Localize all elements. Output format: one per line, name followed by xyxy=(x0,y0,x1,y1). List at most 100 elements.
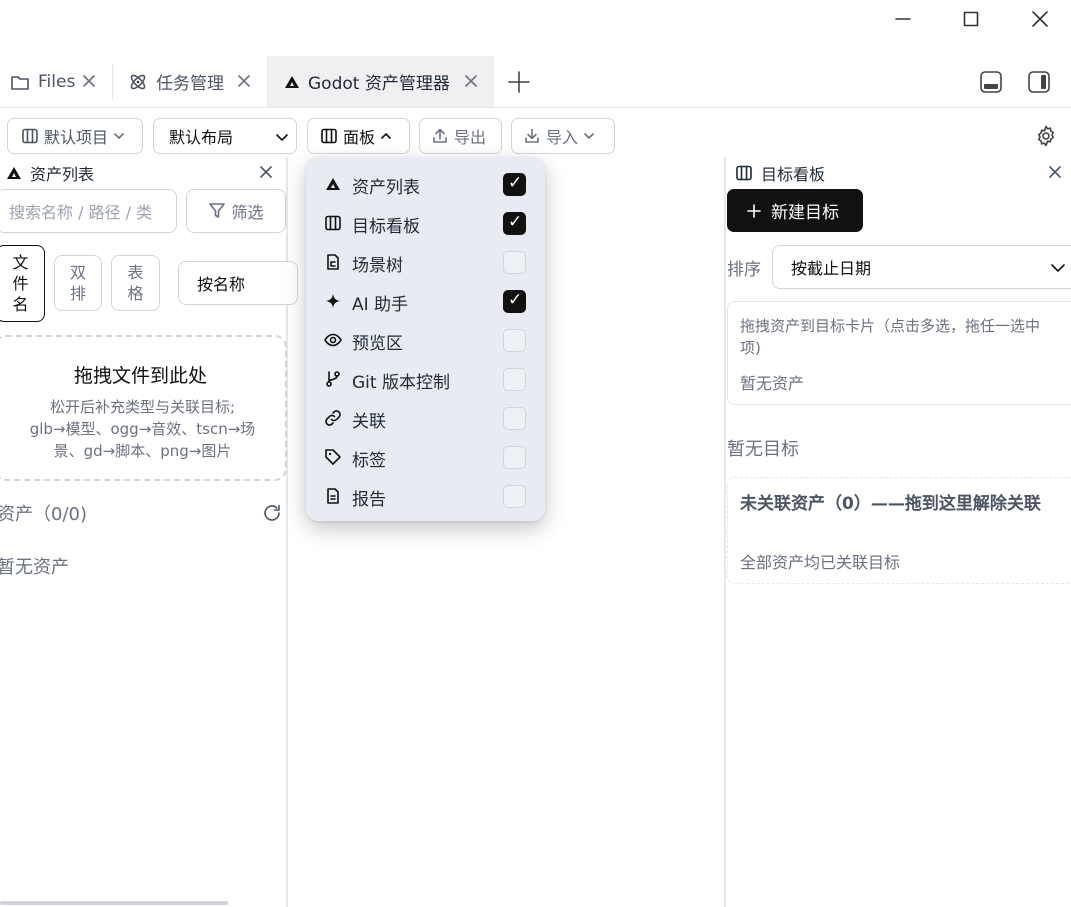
link-icon xyxy=(325,410,341,426)
empty-assets-text: 暂无资产 xyxy=(0,557,69,578)
layout-sidebar-icon xyxy=(1028,71,1050,93)
new-tab-button[interactable] xyxy=(506,69,532,95)
tab-close-button[interactable] xyxy=(79,71,99,91)
import-button[interactable]: 导入 xyxy=(511,118,615,154)
tab-close-button[interactable] xyxy=(234,71,254,91)
checkbox[interactable] xyxy=(503,446,526,469)
columns-icon xyxy=(22,128,38,144)
tab-close-button[interactable] xyxy=(461,71,481,91)
refresh-icon xyxy=(264,504,280,521)
sort-label: 排序 xyxy=(727,260,761,280)
triangle-icon xyxy=(326,178,340,190)
panels-dropdown-menu: 资产列表 目标看板 场景树 AI 助手 预览区 Git 版本控制 关联 标签 报 xyxy=(306,157,545,521)
close-panel-button[interactable] xyxy=(1049,166,1061,178)
tab-task-management[interactable]: 任务管理 xyxy=(113,56,267,107)
plus-icon xyxy=(747,203,761,218)
chevron-up-icon xyxy=(381,133,391,139)
minimize-icon xyxy=(895,18,911,20)
horizontal-scrollbar[interactable] xyxy=(0,901,228,905)
checkbox[interactable] xyxy=(503,485,526,508)
download-icon xyxy=(525,128,539,143)
new-goal-button[interactable]: 新建目标 xyxy=(727,189,863,232)
panel-title: 目标看板 xyxy=(761,165,826,184)
close-icon xyxy=(83,75,95,87)
tab-label: Files xyxy=(38,71,76,92)
folder-icon xyxy=(11,75,29,90)
view-mode-table[interactable]: 表 格 xyxy=(111,255,160,311)
file-tree-icon xyxy=(327,254,339,270)
unlinked-subtitle: 全部资产均已关联目标 xyxy=(740,553,901,572)
menu-item-scene-tree[interactable]: 场景树 xyxy=(306,243,545,281)
chevron-down-icon xyxy=(114,133,124,139)
menu-item-preview[interactable]: 预览区 xyxy=(306,321,545,359)
tab-files[interactable]: Files xyxy=(0,56,112,107)
close-icon xyxy=(465,75,477,87)
checkbox[interactable] xyxy=(503,368,526,391)
toggle-bottom-panel-button[interactable] xyxy=(979,70,1003,94)
tab-label: 任务管理 xyxy=(156,74,224,94)
close-panel-button[interactable] xyxy=(260,166,272,178)
close-window-button[interactable] xyxy=(1017,0,1063,38)
unlinked-title: 未关联资产（0）——拖到这里解除关联 xyxy=(740,494,1041,514)
unlinked-assets-zone[interactable]: 未关联资产（0）——拖到这里解除关联 全部资产均已关联目标 xyxy=(727,477,1071,584)
goal-board-panel: 目标看板 新建目标 排序 按截止日期 拖拽资产到目标卡片（点击多选，拖任一选中项… xyxy=(724,157,1071,907)
card-empty-text: 暂无资产 xyxy=(740,374,805,393)
close-icon xyxy=(1032,11,1048,27)
sparkle-icon xyxy=(325,293,341,309)
layout-bottom-icon xyxy=(980,71,1002,93)
search-input[interactable]: 搜索名称 / 路径 / 类 xyxy=(0,189,177,233)
report-icon xyxy=(327,488,339,504)
panel-header: 目标看板 xyxy=(736,157,1066,189)
menu-item-links[interactable]: 关联 xyxy=(306,399,545,437)
menu-item-ai-assistant[interactable]: AI 助手 xyxy=(306,282,545,320)
view-mode-filename[interactable]: 文 件 名 xyxy=(0,245,45,322)
title-bar xyxy=(0,0,1071,38)
drop-hint: 拖拽资产到目标卡片（点击多选，拖任一选中项) xyxy=(740,317,1041,357)
toolbar: 默认项目 默认布局 面板 导出 导入 xyxy=(0,108,1071,156)
close-icon xyxy=(260,166,272,178)
project-select[interactable]: 默认项目 xyxy=(7,118,143,154)
tab-godot-asset-manager[interactable]: Godot 资产管理器 xyxy=(267,56,494,107)
panel-header: 资产列表 xyxy=(6,157,286,189)
menu-item-asset-list[interactable]: 资产列表 xyxy=(306,165,545,203)
close-icon xyxy=(1049,166,1061,178)
checkbox[interactable] xyxy=(503,290,526,313)
menu-item-git[interactable]: Git 版本控制 xyxy=(306,360,545,398)
chevron-down-icon xyxy=(1051,264,1065,272)
menu-item-report[interactable]: 报告 xyxy=(306,477,545,515)
triangle-icon xyxy=(285,75,299,88)
asset-drop-card[interactable]: 拖拽资产到目标卡片（点击多选，拖任一选中项) 暂无资产 xyxy=(727,301,1071,405)
goal-sort-select[interactable]: 按截止日期 xyxy=(772,245,1071,289)
columns-icon xyxy=(325,215,341,231)
filter-icon xyxy=(209,203,226,218)
menu-item-goal-board[interactable]: 目标看板 xyxy=(306,204,545,242)
settings-button[interactable] xyxy=(1035,125,1057,147)
layout-select[interactable]: 默认布局 xyxy=(153,118,297,154)
toggle-side-panel-button[interactable] xyxy=(1027,70,1051,94)
maximize-icon xyxy=(963,11,979,27)
plus-icon xyxy=(508,71,530,93)
drop-zone[interactable]: 拖拽文件到此处 松开后补充类型与关联目标; glb→模型、ogg→音效、tscn… xyxy=(0,335,287,481)
chevron-down-icon xyxy=(584,133,594,139)
gear-icon xyxy=(1038,125,1054,147)
refresh-button[interactable] xyxy=(262,503,282,523)
filter-button[interactable]: 筛选 xyxy=(186,189,286,233)
checkbox[interactable] xyxy=(503,173,526,196)
checkbox[interactable] xyxy=(503,407,526,430)
panel-title: 资产列表 xyxy=(30,165,95,184)
tag-icon xyxy=(325,449,341,465)
sort-select[interactable]: 按名称 xyxy=(178,261,298,305)
checkbox[interactable] xyxy=(503,251,526,274)
checkbox[interactable] xyxy=(503,329,526,352)
close-icon xyxy=(238,75,250,87)
menu-item-tags[interactable]: 标签 xyxy=(306,438,545,476)
maximize-button[interactable] xyxy=(948,0,994,38)
minimize-button[interactable] xyxy=(880,0,926,38)
checkbox[interactable] xyxy=(503,212,526,235)
view-mode-double[interactable]: 双 排 xyxy=(54,255,102,311)
atom-icon xyxy=(130,74,146,89)
upload-icon xyxy=(433,128,447,143)
tab-bar: Files 任务管理 Godot 资产管理器 xyxy=(0,56,1071,108)
panels-button[interactable]: 面板 xyxy=(307,118,410,154)
export-button[interactable]: 导出 xyxy=(419,118,502,154)
